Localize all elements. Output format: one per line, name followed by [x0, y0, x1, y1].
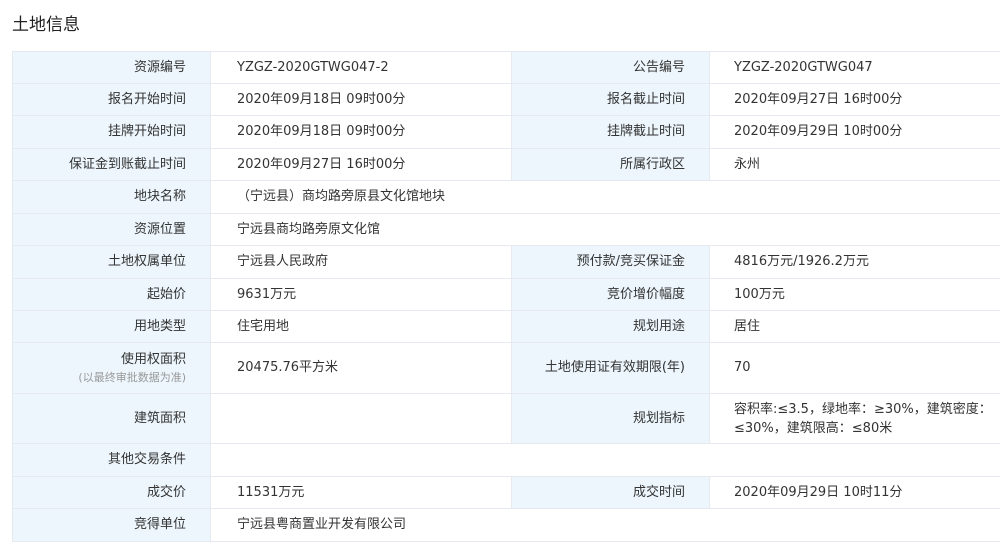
- field-value: 宁远县人民政府: [210, 245, 512, 279]
- field-label: 使用权面积 (以最终审批数据为准): [12, 342, 211, 394]
- field-value: 2020年09月18日 09时00分: [210, 83, 512, 116]
- field-value: YZGZ-2020GTWG047: [709, 51, 1000, 84]
- field-label-text: 使用权面积: [120, 352, 186, 367]
- field-value: 宁远县粤商置业开发有限公司: [210, 508, 1000, 542]
- field-label: 土地使用证有效期限(年): [511, 342, 710, 394]
- field-value: （宁远县）商均路旁原县文化馆地块: [210, 180, 1000, 214]
- field-value: 4816万元/1926.2万元: [709, 245, 1000, 279]
- field-value: 容积率:≤3.5，绿地率：≥30%，建筑密度： ≤30%，建筑限高：≤80米: [709, 393, 1000, 444]
- field-label: 保证金到账截止时间: [12, 148, 211, 181]
- field-label: 挂牌开始时间: [12, 115, 211, 149]
- field-label-note: (以最终审批数据为准): [78, 371, 186, 384]
- field-value: [210, 393, 512, 444]
- field-label: 资源位置: [12, 213, 211, 246]
- field-value: 100万元: [709, 278, 1000, 311]
- field-value: 宁远县商均路旁原文化馆: [210, 213, 1000, 246]
- table-row: 资源编号 YZGZ-2020GTWG047-2 公告编号 YZGZ-2020GT…: [12, 51, 1000, 84]
- table-row: 用地类型 住宅用地 规划用途 居住: [12, 310, 1000, 343]
- field-label: 竞得单位: [12, 508, 211, 542]
- field-value: [210, 443, 1000, 477]
- field-value: 居住: [709, 310, 1000, 343]
- page-title: 土地信息: [12, 15, 80, 35]
- table-row: 土地权属单位 宁远县人民政府 预付款/竞买保证金 4816万元/1926.2万元: [12, 245, 1000, 279]
- field-value-line: ≤30%，建筑限高：≤80米: [734, 420, 893, 436]
- table-row: 地块名称 （宁远县）商均路旁原县文化馆地块: [12, 180, 1000, 214]
- field-label: 成交价: [12, 476, 211, 509]
- field-label: 土地权属单位: [12, 245, 211, 279]
- field-label: 用地类型: [12, 310, 211, 343]
- field-label: 公告编号: [511, 51, 710, 84]
- field-value: 2020年09月18日 09时00分: [210, 115, 512, 149]
- field-label: 所属行政区: [511, 148, 710, 181]
- field-label: 报名开始时间: [12, 83, 211, 116]
- field-label: 建筑面积: [12, 393, 211, 444]
- field-label: 规划指标: [511, 393, 710, 444]
- field-value: YZGZ-2020GTWG047-2: [210, 51, 512, 84]
- table-row: 使用权面积 (以最终审批数据为准) 20475.76平方米 土地使用证有效期限(…: [12, 342, 1000, 394]
- field-label: 其他交易条件: [12, 443, 211, 477]
- table-row: 竞得单位 宁远县粤商置业开发有限公司: [12, 508, 1000, 542]
- field-value: 2020年09月29日 10时11分: [709, 476, 1000, 509]
- land-info-table: 资源编号 YZGZ-2020GTWG047-2 公告编号 YZGZ-2020GT…: [12, 51, 1000, 542]
- field-label: 规划用途: [511, 310, 710, 343]
- table-row: 保证金到账截止时间 2020年09月27日 16时00分 所属行政区 永州: [12, 148, 1000, 181]
- field-label: 资源编号: [12, 51, 211, 84]
- field-label: 起始价: [12, 278, 211, 311]
- field-label: 报名截止时间: [511, 83, 710, 116]
- table-row: 建筑面积 规划指标 容积率:≤3.5，绿地率：≥30%，建筑密度： ≤30%，建…: [12, 393, 1000, 444]
- field-value: 9631万元: [210, 278, 512, 311]
- field-value: 永州: [709, 148, 1000, 181]
- field-label: 成交时间: [511, 476, 710, 509]
- table-row: 成交价 11531万元 成交时间 2020年09月29日 10时11分: [12, 476, 1000, 509]
- field-label: 挂牌截止时间: [511, 115, 710, 149]
- field-value: 70: [709, 342, 1000, 394]
- field-value-line: 容积率:≤3.5，绿地率：≥30%，建筑密度：: [734, 401, 992, 417]
- table-row: 挂牌开始时间 2020年09月18日 09时00分 挂牌截止时间 2020年09…: [12, 115, 1000, 149]
- field-value: 11531万元: [210, 476, 512, 509]
- field-value: 住宅用地: [210, 310, 512, 343]
- table-row: 资源位置 宁远县商均路旁原文化馆: [12, 213, 1000, 246]
- table-row: 其他交易条件: [12, 443, 1000, 477]
- field-value: 20475.76平方米: [210, 342, 512, 394]
- field-label: 地块名称: [12, 180, 211, 214]
- table-row: 报名开始时间 2020年09月18日 09时00分 报名截止时间 2020年09…: [12, 83, 1000, 116]
- field-value: 2020年09月27日 16时00分: [210, 148, 512, 181]
- field-label: 竞价增价幅度: [511, 278, 710, 311]
- table-row: 起始价 9631万元 竞价增价幅度 100万元: [12, 278, 1000, 311]
- field-value: 2020年09月29日 10时00分: [709, 115, 1000, 149]
- field-value: 2020年09月27日 16时00分: [709, 83, 1000, 116]
- field-label: 预付款/竞买保证金: [511, 245, 710, 279]
